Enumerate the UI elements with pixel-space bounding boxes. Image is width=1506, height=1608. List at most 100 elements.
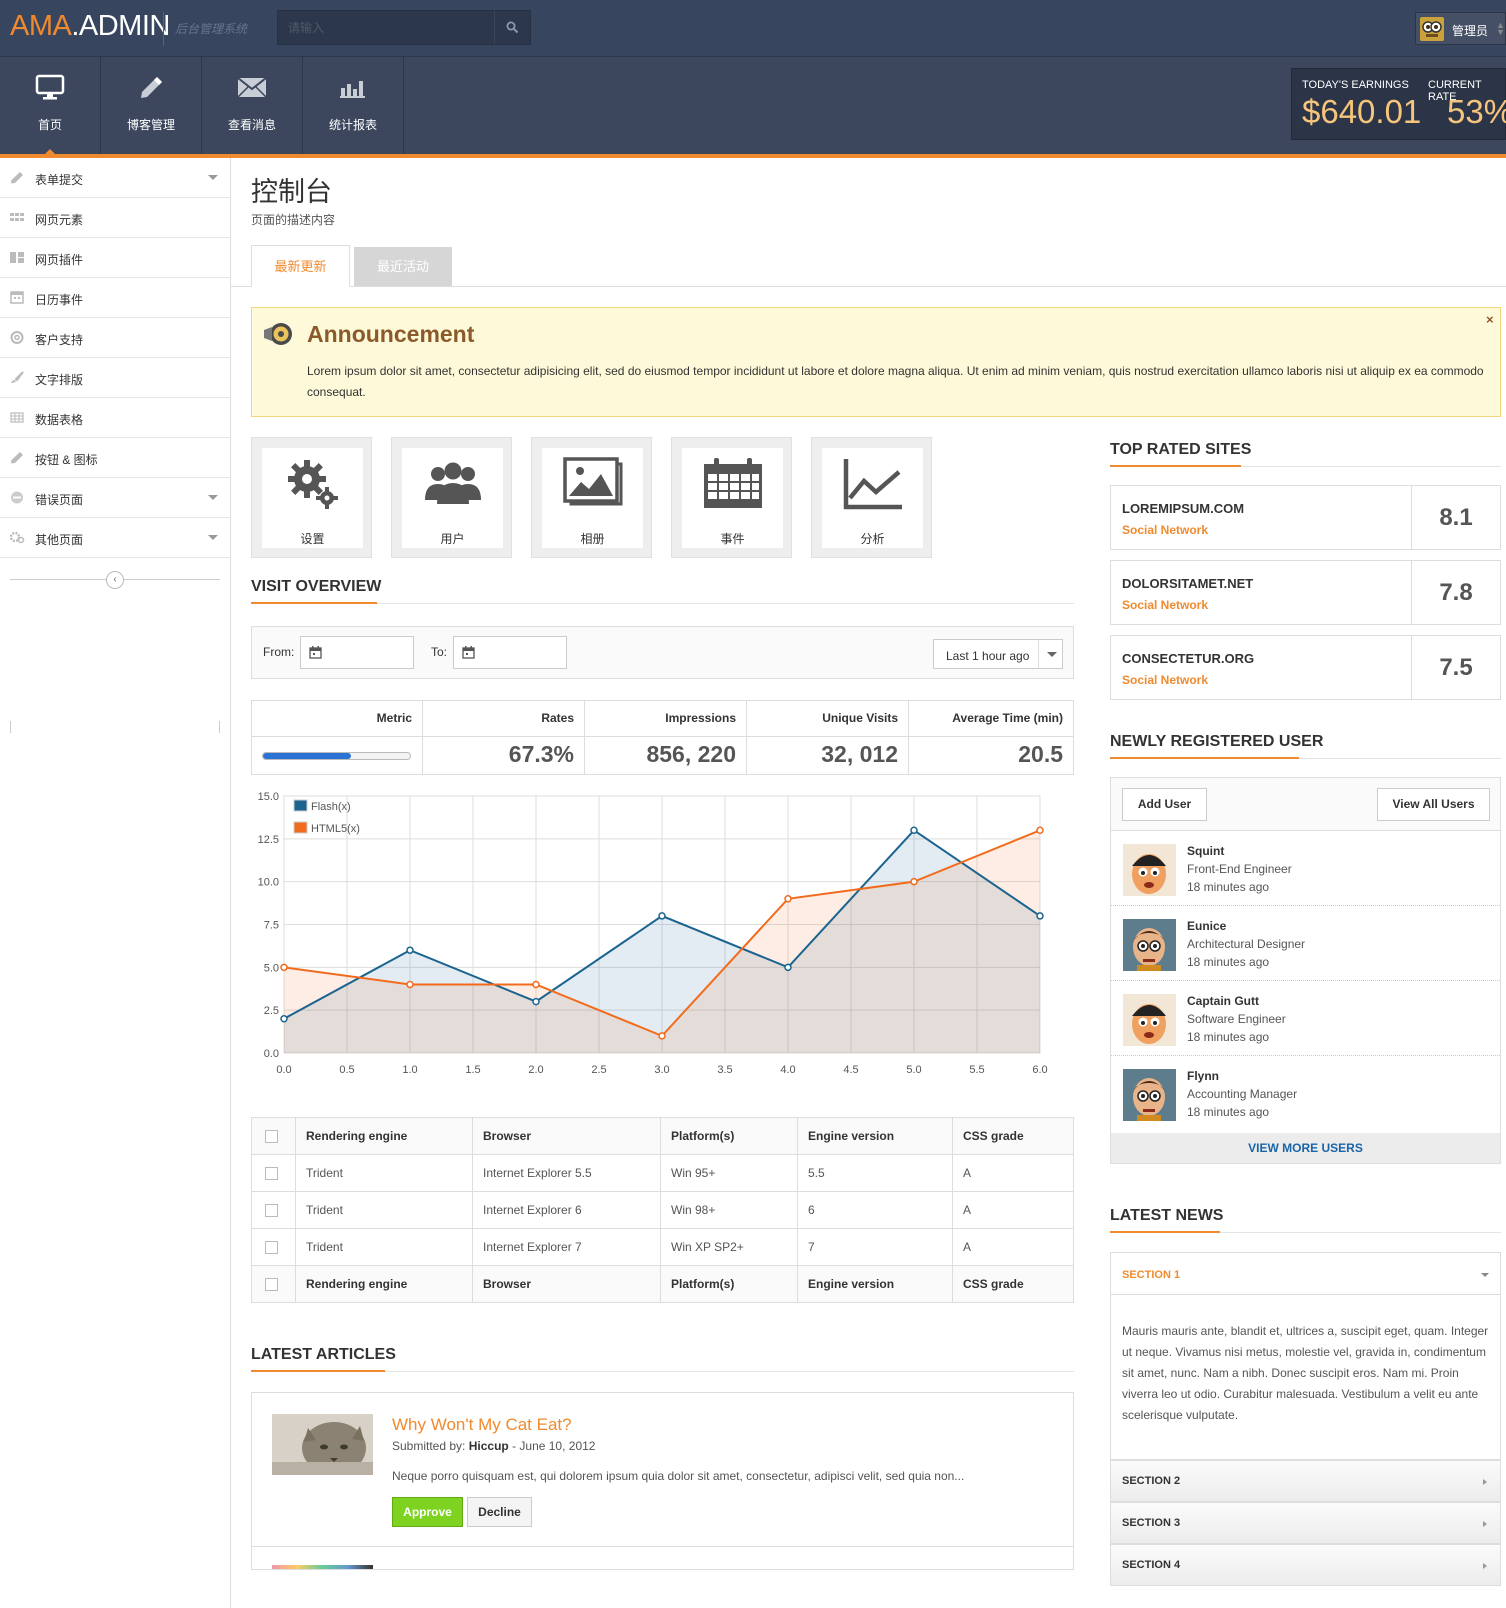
tab-latest-updates[interactable]: 最新更新 (251, 245, 350, 287)
bar-chart-icon (340, 81, 365, 98)
table-cell: A (952, 1228, 1074, 1266)
select-all-checkbox[interactable] (265, 1278, 278, 1292)
nav-item-messages[interactable]: 查看消息 (202, 57, 303, 154)
tile-events[interactable]: 事件 (671, 437, 792, 558)
rated-site-item[interactable]: CONSECTETUR.ORG Social Network 7.5 (1110, 635, 1501, 700)
visit-overview-title: VISIT OVERVIEW (251, 578, 382, 595)
x-tick-label: 4.0 (780, 1064, 795, 1076)
site-score: 7.8 (1411, 561, 1500, 624)
decline-button[interactable]: Decline (467, 1497, 532, 1527)
user-name: Eunice (1187, 919, 1227, 933)
sidebar-item-tables[interactable]: 数据表格 (0, 398, 230, 438)
tab-recent-activity[interactable]: 最近活动 (354, 247, 452, 286)
new-users-toolbar: Add User View All Users (1111, 778, 1500, 831)
sidebar-item-errors[interactable]: 错误页面 (0, 478, 230, 518)
accordion-section-4[interactable]: SECTION 4 (1110, 1544, 1501, 1586)
tile-users[interactable]: 用户 (391, 437, 512, 558)
section-title: SECTION 4 (1122, 1559, 1181, 1571)
metrics-divider (252, 736, 1073, 737)
to-date-field[interactable] (453, 636, 567, 669)
column-header[interactable]: Browser (472, 1117, 661, 1155)
sidebar-item-support[interactable]: 客户支持 (0, 318, 230, 358)
logo-prefix: AMA (10, 10, 72, 42)
lifebuoy-icon (10, 331, 24, 344)
x-tick-label: 6.0 (1032, 1064, 1047, 1076)
gears-icon (287, 460, 338, 509)
table-icon (10, 412, 24, 423)
search-icon (506, 21, 519, 34)
time-range-select[interactable]: Last 1 hour ago (933, 639, 1063, 669)
sidebar-item-typography[interactable]: 文字排版 (0, 358, 230, 398)
collapse-line-right (219, 721, 220, 733)
row-checkbox[interactable] (265, 1204, 278, 1218)
nav-item-home[interactable]: 首页 (0, 57, 101, 154)
search-button[interactable] (494, 11, 530, 44)
column-header[interactable]: Engine version (797, 1117, 953, 1155)
list-item[interactable]: Captain Gutt Software Engineer 18 minute… (1111, 981, 1500, 1056)
tile-settings[interactable]: 设置 (251, 437, 372, 558)
site-category: Social Network (1122, 598, 1209, 612)
sidebar-item-plugins[interactable]: 网页插件 (0, 238, 230, 278)
sidebar-item-forms[interactable]: 表单提交 (0, 158, 230, 198)
accordion-section-2[interactable]: SECTION 2 (1110, 1460, 1501, 1502)
average-time-col: Average Time (min) 20.5 (908, 701, 1073, 774)
row-checkbox[interactable] (265, 1167, 278, 1181)
from-date-field[interactable] (300, 636, 414, 669)
sidebar-item-other[interactable]: 其他页面 (0, 518, 230, 558)
sidebar-item-label: 表单提交 (35, 173, 84, 187)
column-header[interactable]: CSS grade (952, 1117, 1074, 1155)
data-point (658, 1032, 666, 1040)
article-author[interactable]: Hiccup (469, 1439, 509, 1453)
site-name: DOLORSITAMET.NET (1122, 576, 1254, 591)
sidebar-item-buttons[interactable]: 按钮 & 图标 (0, 438, 230, 478)
article-title[interactable]: Why Won't My Cat Eat? (392, 1415, 572, 1435)
close-icon[interactable]: × (1486, 312, 1494, 327)
list-item[interactable]: Flynn Accounting Manager 18 minutes ago (1111, 1056, 1500, 1131)
view-all-users-button[interactable]: View All Users (1377, 788, 1490, 821)
article-date: - June 10, 2012 (508, 1439, 596, 1453)
chevron-right-icon (1483, 1521, 1487, 1527)
tile-analytics[interactable]: 分析 (811, 437, 932, 558)
y-tick-label: 12.5 (258, 834, 279, 846)
section-title: SECTION 2 (1122, 1475, 1181, 1487)
table-cell: Win XP SP2+ (660, 1228, 798, 1266)
megaphone-icon (264, 323, 292, 345)
article-thumbnail[interactable] (272, 1414, 373, 1475)
logo[interactable]: AMA.ADMIN (10, 10, 170, 43)
time-range-value: Last 1 hour ago (946, 649, 1030, 663)
sidebar-item-calendar[interactable]: 日历事件 (0, 278, 230, 318)
column-header[interactable]: Platform(s) (660, 1117, 798, 1155)
announcement-text: Lorem ipsum dolor sit amet, consectetur … (307, 364, 1484, 399)
row-checkbox[interactable] (265, 1241, 278, 1255)
pencil-icon (141, 77, 162, 98)
user-menu[interactable]: 管理员 ▲ ▼ (1415, 12, 1506, 45)
data-point (784, 895, 792, 903)
average-time-header: Average Time (min) (952, 711, 1063, 725)
y-tick-label: 15.0 (258, 791, 279, 803)
search-input[interactable] (278, 11, 494, 44)
list-item[interactable]: Eunice Architectural Designer 18 minutes… (1111, 906, 1500, 981)
table-cell: Internet Explorer 5.5 (472, 1154, 661, 1192)
list-item[interactable]: Squint Front-End Engineer 18 minutes ago (1111, 831, 1500, 906)
rated-site-item[interactable]: LOREMIPSUM.COM Social Network 8.1 (1110, 485, 1501, 550)
table-row: Trident Internet Explorer 5.5 Win 95+ 5.… (251, 1154, 1074, 1192)
view-more-users-link[interactable]: VIEW MORE USERS (1111, 1133, 1500, 1163)
table-cell: Internet Explorer 6 (472, 1191, 661, 1229)
approve-button[interactable]: Approve (392, 1497, 463, 1527)
select-all-checkbox[interactable] (265, 1130, 278, 1144)
nav-item-reports[interactable]: 统计报表 (303, 57, 404, 154)
sidebar-collapse-button[interactable]: ‹ (106, 571, 124, 589)
rated-site-item[interactable]: DOLORSITAMET.NET Social Network 7.8 (1110, 560, 1501, 625)
column-header[interactable]: Rendering engine (295, 1117, 473, 1155)
announcement-box: Announcement Lorem ipsum dolor sit amet,… (251, 307, 1501, 417)
table-cell: A (952, 1191, 1074, 1229)
accordion-section-1[interactable]: SECTION 1 (1110, 1252, 1501, 1295)
nav-item-blog[interactable]: 博客管理 (101, 57, 202, 154)
accordion-section-3[interactable]: SECTION 3 (1110, 1502, 1501, 1544)
add-user-button[interactable]: Add User (1122, 788, 1207, 821)
sidebar-item-elements[interactable]: 网页元素 (0, 198, 230, 238)
users-icon (424, 462, 481, 504)
new-users-title: NEWLY REGISTERED USER (1110, 733, 1324, 750)
data-point (406, 980, 414, 989)
tile-album[interactable]: 相册 (531, 437, 652, 558)
